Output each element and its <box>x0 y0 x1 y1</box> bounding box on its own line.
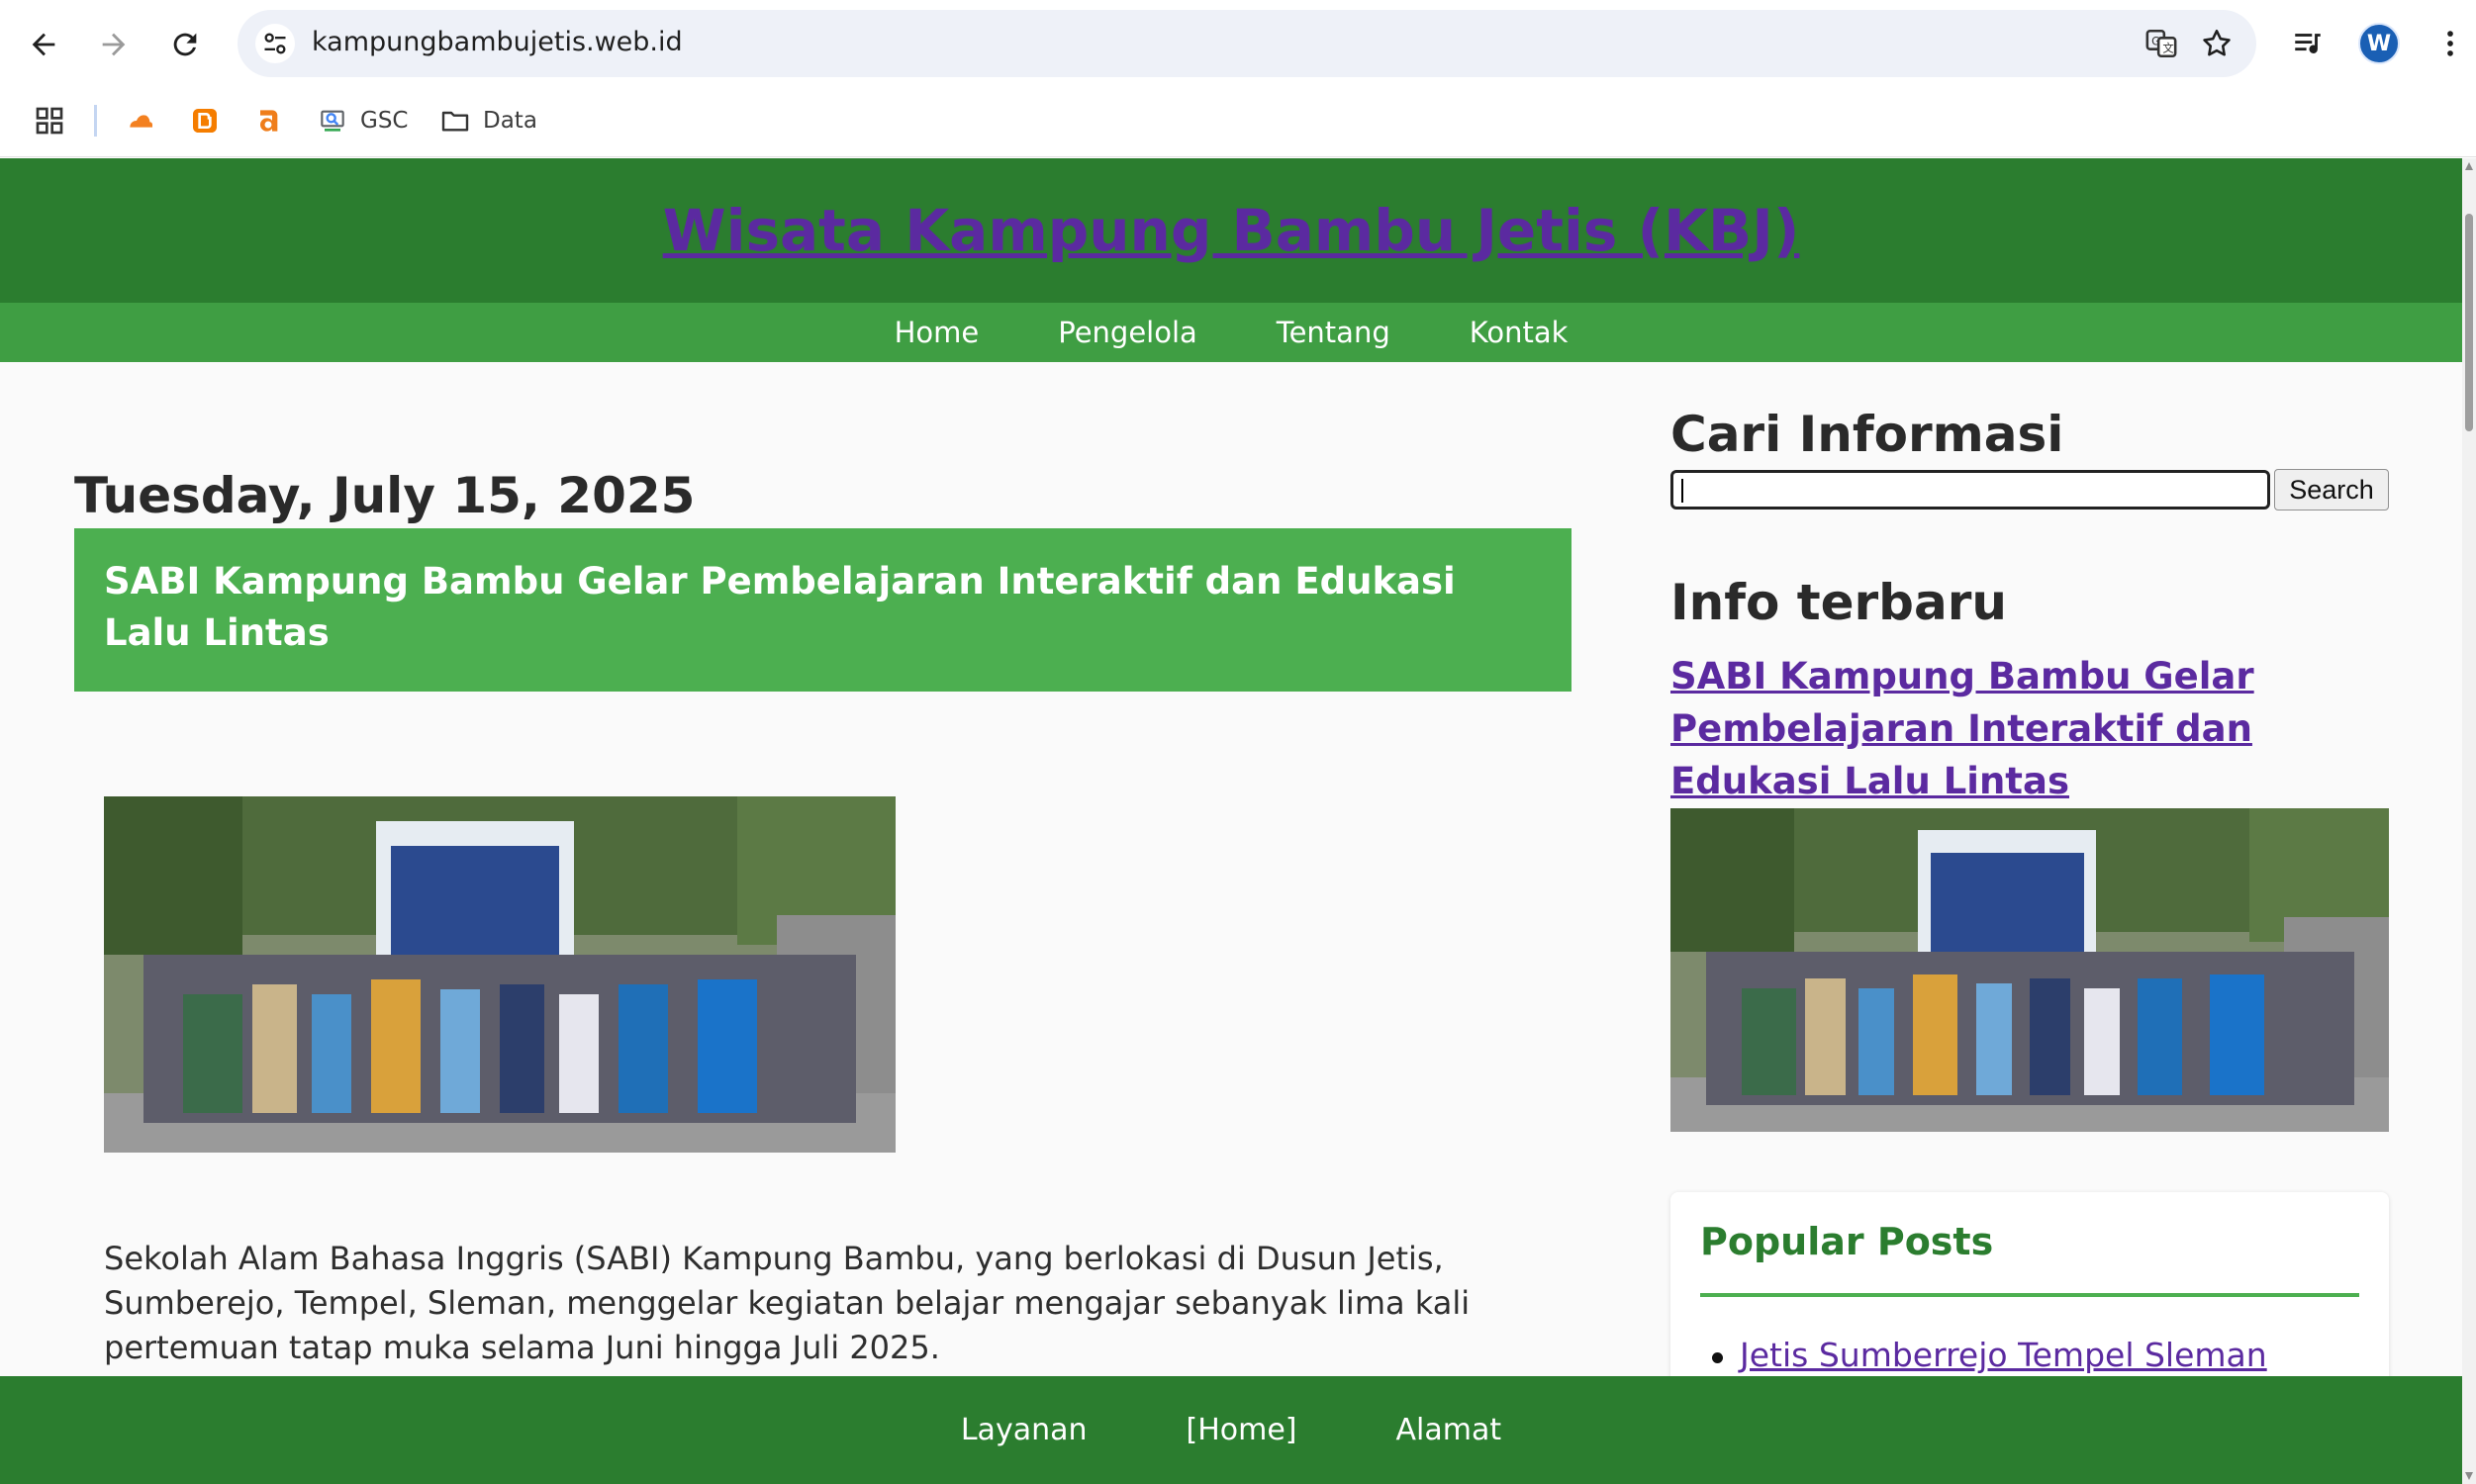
forward-arrow-icon <box>102 33 126 56</box>
bookmark-blogger[interactable] <box>189 101 233 140</box>
scroll-up-arrow-icon[interactable] <box>2465 162 2473 170</box>
scroll-thumb[interactable] <box>2465 214 2473 431</box>
back-button[interactable] <box>17 18 70 71</box>
page-viewport: Wisata Kampung Bambu Jetis (KBJ) Home Pe… <box>0 158 2462 1484</box>
bookmarks-bar: GSC Data <box>0 85 2476 157</box>
address-bar[interactable]: kampungbambujetis.web.id G文 <box>238 10 2256 77</box>
latest-post-thumbnail[interactable] <box>1670 808 2389 1132</box>
scroll-down-arrow-icon[interactable] <box>2465 1472 2473 1480</box>
apps-grid-icon <box>36 107 63 135</box>
profile-avatar[interactable]: W <box>2358 23 2400 64</box>
cloudflare-icon <box>130 115 152 128</box>
bookmark-star-button[interactable] <box>2197 24 2237 63</box>
star-icon <box>2203 29 2231 56</box>
nav-kontak[interactable]: Kontak <box>1470 316 1569 349</box>
popular-posts-divider <box>1700 1293 2359 1297</box>
bookmark-cloudflare[interactable] <box>125 101 168 140</box>
search-widget-title: Cari Informasi <box>1670 406 2064 463</box>
more-vert-icon <box>2447 31 2453 56</box>
footer-layanan[interactable]: Layanan <box>961 1413 1088 1447</box>
site-header: Wisata Kampung Bambu Jetis (KBJ) <box>0 158 2462 303</box>
site-info-button[interactable] <box>255 24 295 63</box>
letter-a-icon <box>260 110 278 132</box>
back-arrow-icon <box>32 33 55 56</box>
translate-button[interactable]: G文 <box>2142 24 2181 63</box>
post-photo[interactable] <box>104 796 896 1153</box>
text-caret <box>1681 479 1683 503</box>
popular-post-link[interactable]: Jetis Sumberrejo Tempel Sleman <box>1700 1336 2267 1374</box>
tune-icon <box>264 33 286 54</box>
page-scrollbar[interactable] <box>2462 158 2476 1484</box>
post-date: Tuesday, July 15, 2025 <box>74 467 696 524</box>
bullet-icon <box>1712 1352 1723 1363</box>
search-input[interactable] <box>1670 470 2270 510</box>
apps-button[interactable] <box>34 101 77 140</box>
site-title-link[interactable]: Wisata Kampung Bambu Jetis (KBJ) <box>663 197 1800 264</box>
popular-posts-list: Jetis Sumberrejo Tempel Sleman <box>1700 1336 2267 1374</box>
search-console-icon <box>321 110 344 132</box>
footer-home[interactable]: [Home] <box>1187 1413 1297 1447</box>
bookmark-folder-data[interactable]: Data <box>439 101 537 140</box>
post-title-box: SABI Kampung Bambu Gelar Pembelajaran In… <box>74 528 1571 692</box>
sticky-footer-nav: Layanan [Home] Alamat <box>0 1376 2462 1484</box>
bookmark-a[interactable] <box>252 101 296 140</box>
forward-button[interactable] <box>87 18 141 71</box>
nav-tentang[interactable]: Tentang <box>1277 316 1390 349</box>
nav-pengelola[interactable]: Pengelola <box>1058 316 1197 349</box>
queue-music-icon <box>2295 34 2321 53</box>
post-body-paragraph: Sekolah Alam Bahasa Inggris (SABI) Kampu… <box>104 1240 1471 1366</box>
main-nav: Home Pengelola Tentang Kontak <box>0 303 2462 362</box>
bookmark-gsc[interactable]: GSC <box>317 101 408 140</box>
latest-post-link[interactable]: SABI Kampung Bambu Gelar Pembelajaran In… <box>1670 650 2403 807</box>
blogger-icon <box>193 109 217 133</box>
reload-icon <box>173 33 197 56</box>
footer-alamat[interactable]: Alamat <box>1396 1413 1502 1447</box>
post-title: SABI Kampung Bambu Gelar Pembelajaran In… <box>104 560 1456 654</box>
folder-icon <box>441 111 469 132</box>
nav-home[interactable]: Home <box>895 316 980 349</box>
browser-toolbar: kampungbambujetis.web.id G文 W <box>0 0 2476 85</box>
url-text[interactable]: kampungbambujetis.web.id <box>312 27 683 57</box>
latest-info-title: Info terbaru <box>1670 574 2007 631</box>
translate-icon: G文 <box>2145 29 2177 58</box>
reload-button[interactable] <box>158 18 212 71</box>
browser-menu-button[interactable] <box>2427 20 2474 67</box>
svg-text:文: 文 <box>2162 42 2173 55</box>
search-button[interactable]: Search <box>2274 469 2389 510</box>
media-queue-button[interactable] <box>2284 20 2332 67</box>
bookmarks-separator <box>94 105 97 137</box>
popular-posts-title: Popular Posts <box>1700 1220 1994 1263</box>
